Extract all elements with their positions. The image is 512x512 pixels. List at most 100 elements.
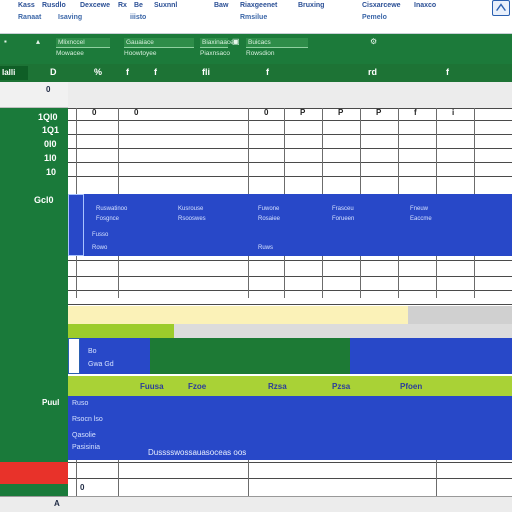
- ribbon-tab[interactable]: Kass: [18, 2, 35, 9]
- share-icon[interactable]: [492, 0, 510, 16]
- toolbar-label: Piaxnsaco: [200, 50, 230, 57]
- error-indicator[interactable]: [0, 462, 68, 484]
- ribbon-subtab[interactable]: Rmsilue: [240, 14, 267, 21]
- column-header[interactable]: rd: [368, 67, 377, 77]
- ribbon-subtab[interactable]: iiisto: [130, 14, 146, 21]
- category-row[interactable]: [68, 376, 512, 396]
- header-cell[interactable]: 0: [264, 108, 268, 117]
- gridline: [68, 148, 512, 149]
- list-item[interactable]: Qasolie: [72, 432, 96, 439]
- header-cell[interactable]: 0: [92, 108, 96, 117]
- lower-band[interactable]: [68, 396, 512, 460]
- cell-text[interactable]: Fneuw: [410, 206, 428, 212]
- blue-cell[interactable]: [350, 338, 512, 374]
- header-cell[interactable]: 0: [134, 108, 138, 117]
- row-number[interactable]: 10: [46, 167, 56, 177]
- cell-text[interactable]: Ruws: [258, 245, 273, 251]
- category-label[interactable]: Pfoen: [400, 382, 422, 391]
- header-cell[interactable]: f: [414, 108, 417, 117]
- cell-text[interactable]: Fuwone: [258, 206, 279, 212]
- row-number[interactable]: Puul: [42, 398, 59, 407]
- summary-text[interactable]: Dusssswossauasoceas oos: [148, 448, 246, 457]
- gridline: [68, 162, 512, 163]
- font-style-field[interactable]: Gauaiace: [124, 38, 194, 48]
- header-cell[interactable]: P: [376, 108, 381, 117]
- dropdown-icon[interactable]: ▴: [36, 37, 40, 46]
- ribbon-tab[interactable]: Dexcewe: [80, 2, 110, 9]
- ribbon-tab[interactable]: Inaxco: [414, 2, 436, 9]
- header-cell[interactable]: i: [452, 108, 454, 117]
- cell-text[interactable]: Rosaiee: [258, 216, 280, 222]
- font-name-field[interactable]: Mlixnccel: [56, 38, 110, 48]
- ribbon-subtab[interactable]: Isaving: [58, 14, 82, 21]
- column-header[interactable]: fli: [202, 67, 210, 77]
- ribbon-tab[interactable]: Riaxgeenet: [240, 2, 277, 9]
- settings-icon[interactable]: ⚙: [370, 37, 377, 46]
- row-number[interactable]: 1l0: [44, 153, 57, 163]
- cell-text[interactable]: Fosgnce: [96, 216, 119, 222]
- category-label[interactable]: Rzsa: [268, 382, 287, 391]
- row-number[interactable]: 1Ql0: [38, 112, 58, 122]
- list-item[interactable]: Rsocn lso: [72, 416, 103, 423]
- column-header[interactable]: f: [126, 67, 129, 77]
- gridline: [248, 460, 249, 500]
- column-header[interactable]: f: [154, 67, 157, 77]
- frozen-row: [68, 82, 512, 108]
- cell-text[interactable]: Frasceu: [332, 206, 354, 212]
- list-item[interactable]: Ruso: [72, 400, 88, 407]
- footer-col[interactable]: A: [54, 499, 60, 508]
- green-cell[interactable]: [150, 338, 350, 374]
- highlighted-row[interactable]: [68, 306, 408, 324]
- cell-text[interactable]: Kusrouse: [178, 206, 203, 212]
- font-size-field[interactable]: Biaxinaacee: [200, 38, 237, 48]
- sheet-footer: A 0: [0, 483, 512, 512]
- column-header[interactable]: D: [50, 67, 57, 77]
- cell-text[interactable]: Forueen: [332, 216, 354, 222]
- gridline: [68, 276, 512, 277]
- header-cell[interactable]: P: [300, 108, 305, 117]
- list-item[interactable]: Pasisinia: [72, 444, 100, 451]
- column-header[interactable]: f: [266, 67, 269, 77]
- row-header-strip: [0, 82, 68, 512]
- gridline: [68, 462, 512, 463]
- row-selector[interactable]: [68, 194, 84, 256]
- ribbon-subtab[interactable]: Ranaat: [18, 14, 41, 21]
- category-label[interactable]: Fzoe: [188, 382, 206, 391]
- gridline: [68, 290, 512, 291]
- cell-text[interactable]: Gwa Gd: [88, 361, 114, 368]
- column-header[interactable]: %: [94, 67, 102, 77]
- row-number[interactable]: Gcl0: [34, 195, 54, 205]
- row-number[interactable]: 0l0: [44, 139, 57, 149]
- ribbon-tab[interactable]: Rusdlo: [42, 2, 66, 9]
- ribbon-tab[interactable]: Cisxarcewe: [362, 2, 401, 9]
- blue-cell[interactable]: [80, 338, 150, 374]
- cell-text[interactable]: Rsooswes: [178, 216, 206, 222]
- ribbon-tab[interactable]: Bruxing: [298, 2, 324, 9]
- menu-icon[interactable]: ▪: [4, 37, 7, 46]
- column-header-bar: D % f f fli f rd f: [0, 64, 512, 82]
- toolbar-label: Rowsdion: [246, 50, 275, 57]
- header-cell[interactable]: P: [338, 108, 343, 117]
- cell-text[interactable]: Bo: [88, 348, 97, 355]
- footer-col[interactable]: 0: [80, 483, 84, 492]
- ribbon-tab[interactable]: Be: [134, 2, 143, 9]
- row-selector[interactable]: [68, 338, 80, 374]
- ribbon-tab[interactable]: Baw: [214, 2, 228, 9]
- format-field[interactable]: Buicacs: [246, 38, 308, 48]
- gridline: [68, 176, 512, 177]
- row-number[interactable]: 1Q1: [42, 125, 59, 135]
- ribbon-subtab[interactable]: Pemelo: [362, 14, 387, 21]
- category-label[interactable]: Pzsa: [332, 382, 350, 391]
- cell-text[interactable]: Fusso: [92, 232, 108, 238]
- ribbon-tab[interactable]: Suxnnl: [154, 2, 177, 9]
- selected-row-band[interactable]: [68, 194, 512, 256]
- align-icon[interactable]: ▣: [232, 37, 240, 46]
- cell-text[interactable]: Rowo: [92, 245, 107, 251]
- column-header[interactable]: f: [446, 67, 449, 77]
- cell-text[interactable]: Eaccme: [410, 216, 432, 222]
- gridline: [68, 260, 512, 261]
- ribbon-tab[interactable]: Rx: [118, 2, 127, 9]
- cell-text[interactable]: Ruswatinoo: [96, 206, 127, 212]
- name-box[interactable]: Ialli: [0, 66, 28, 80]
- category-label[interactable]: Fuusa: [140, 382, 164, 391]
